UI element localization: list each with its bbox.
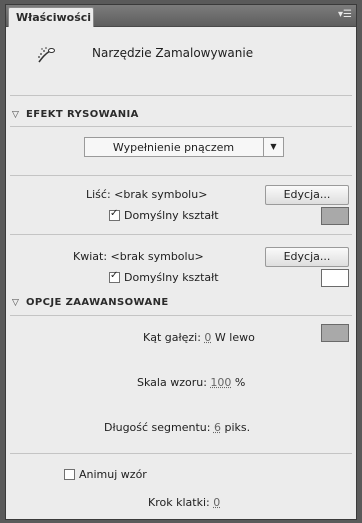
divider bbox=[10, 126, 352, 127]
branch-color-swatch[interactable] bbox=[321, 324, 349, 342]
divider bbox=[10, 453, 352, 454]
advanced-section-header[interactable]: ▽ OPCJE ZAAWANSOWANE bbox=[12, 297, 169, 308]
tab-properties[interactable]: Właściwości bbox=[8, 7, 94, 27]
properties-panel: Właściwości ▾☰ Narzędzie Zamalowywanie ▽… bbox=[5, 4, 357, 520]
leaf-edit-button[interactable]: Edycja... bbox=[265, 185, 349, 205]
leaf-default-shape-label: Domyślny kształt bbox=[124, 209, 219, 222]
tool-name: Narzędzie Zamalowywanie bbox=[92, 46, 254, 60]
panel-menu-icon[interactable]: ▾☰ bbox=[338, 9, 352, 21]
branch-angle-value[interactable]: 0 bbox=[204, 331, 211, 344]
effect-dropdown-value: Wypełnienie pnączem bbox=[112, 141, 235, 154]
effect-dropdown[interactable]: Wypełnienie pnączem ▼ bbox=[84, 137, 284, 157]
animate-pattern-label: Animuj wzór bbox=[79, 468, 147, 481]
flower-color-swatch[interactable] bbox=[321, 269, 349, 287]
branch-angle-label: Kąt gałęzi: bbox=[143, 331, 201, 344]
effect-section-header[interactable]: ▽ EFEKT RYSOWANIA bbox=[12, 109, 139, 120]
animate-pattern-row[interactable]: Animuj wzór bbox=[64, 468, 147, 481]
flower-default-shape-checkbox[interactable] bbox=[109, 270, 120, 283]
segment-length-label: Długość segmentu: bbox=[104, 421, 211, 434]
leaf-default-shape[interactable]: Domyślny kształt bbox=[109, 208, 219, 222]
divider bbox=[10, 234, 352, 235]
divider bbox=[10, 175, 352, 176]
pattern-scale-unit: % bbox=[234, 376, 246, 389]
segment-length-unit: piks. bbox=[224, 421, 251, 434]
divider bbox=[10, 315, 352, 316]
leaf-row: Liść: <brak symbolu> bbox=[86, 188, 207, 201]
segment-length-value[interactable]: 6 bbox=[214, 421, 221, 434]
flower-edit-button[interactable]: Edycja... bbox=[265, 247, 349, 267]
frame-step-row: Krok klatki: 0 bbox=[148, 496, 220, 509]
advanced-section-title: OPCJE ZAAWANSOWANE bbox=[26, 297, 169, 308]
flower-label: Kwiat: bbox=[73, 250, 108, 263]
pattern-scale-label: Skala wzoru: bbox=[137, 376, 207, 389]
panel-titlebar: Właściwości ▾☰ bbox=[6, 5, 356, 27]
collapse-triangle-icon: ▽ bbox=[12, 110, 20, 120]
branch-angle-row: Kąt gałęzi: 0 W lewo bbox=[143, 331, 255, 344]
pattern-scale-value[interactable]: 100 bbox=[210, 376, 231, 389]
divider bbox=[10, 95, 352, 96]
tab-properties-label: Właściwości bbox=[16, 11, 92, 24]
frame-step-label: Krok klatki: bbox=[148, 496, 210, 509]
animate-pattern-checkbox[interactable] bbox=[64, 469, 75, 480]
leaf-label: Liść: bbox=[86, 188, 111, 201]
flower-default-shape-label: Domyślny kształt bbox=[124, 271, 219, 284]
effect-section-title: EFEKT RYSOWANIA bbox=[26, 109, 139, 120]
chevron-down-icon[interactable]: ▼ bbox=[263, 138, 283, 156]
spray-brush-icon bbox=[36, 45, 58, 67]
flower-default-shape[interactable]: Domyślny kształt bbox=[109, 270, 219, 284]
collapse-triangle-icon: ▽ bbox=[12, 298, 20, 308]
leaf-color-swatch[interactable] bbox=[321, 207, 349, 225]
branch-angle-suffix: W lewo bbox=[214, 331, 255, 344]
pattern-scale-row: Skala wzoru: 100 % bbox=[137, 376, 245, 389]
leaf-default-shape-checkbox[interactable] bbox=[109, 208, 120, 221]
segment-length-row: Długość segmentu: 6 piks. bbox=[104, 421, 250, 434]
leaf-symbol: <brak symbolu> bbox=[114, 188, 208, 201]
frame-step-value[interactable]: 0 bbox=[213, 496, 220, 509]
flower-symbol: <brak symbolu> bbox=[110, 250, 204, 263]
flower-row: Kwiat: <brak symbolu> bbox=[73, 250, 204, 263]
